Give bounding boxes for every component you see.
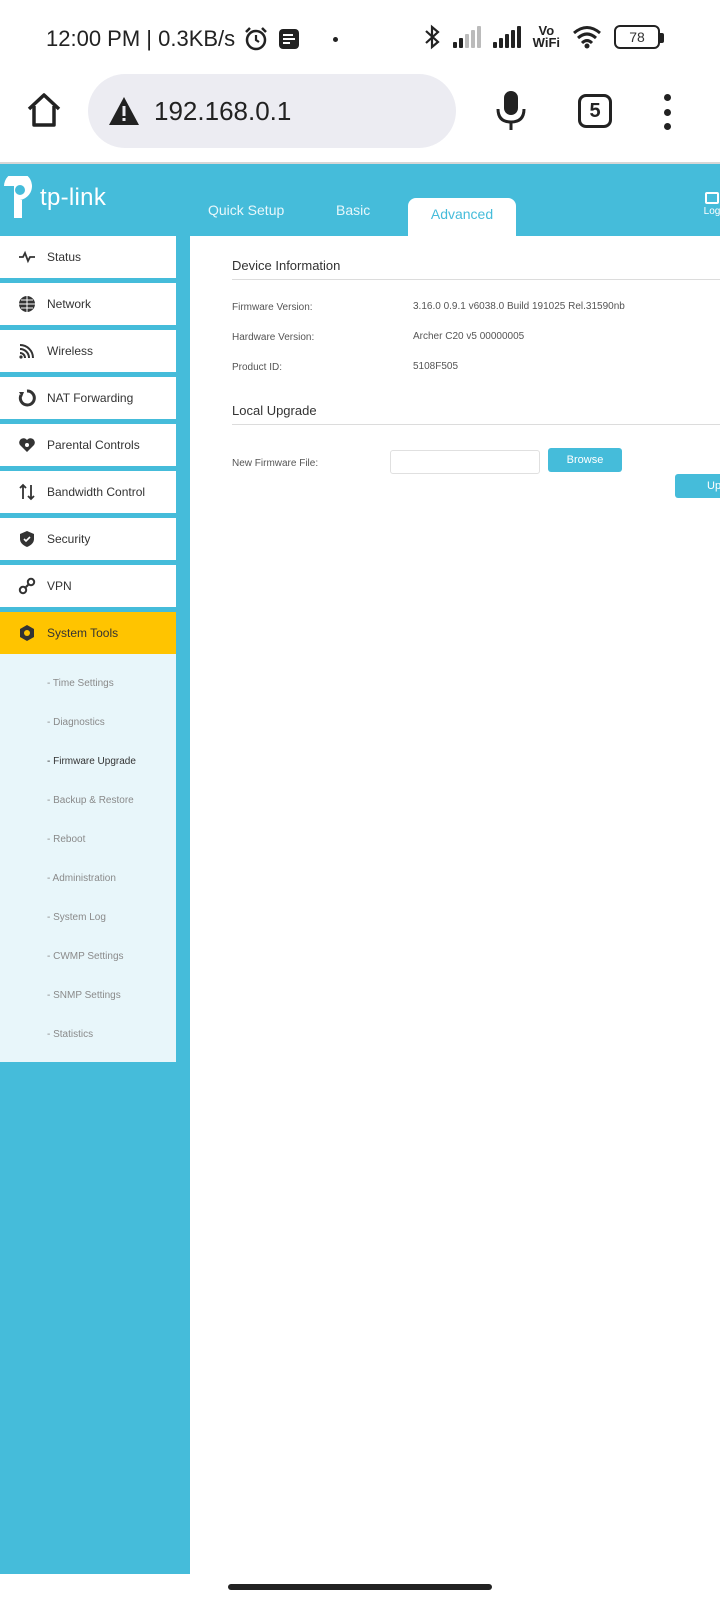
sidebar-item-parental-controls[interactable]: Parental Controls <box>0 424 176 466</box>
tplink-logo-icon <box>4 176 32 218</box>
alarm-icon <box>245 27 268 51</box>
vowifi-icon: Vo WiFi <box>532 23 560 50</box>
router-page: tp-link Quick Setup Basic Advanced Log S… <box>0 164 720 1574</box>
section-divider <box>232 424 720 425</box>
sidebar: Status Network Wireless NAT Forwarding P… <box>0 236 176 1062</box>
sidebar-item-label: Bandwidth Control <box>47 485 146 499</box>
logo-text: tp-link <box>40 184 107 211</box>
sidebar-item-wireless[interactable]: Wireless <box>0 330 176 372</box>
local-upgrade-title: Local Upgrade <box>232 403 317 418</box>
signal-icon-1 <box>452 26 481 48</box>
tab-advanced[interactable]: Advanced <box>408 198 516 236</box>
sidebar-item-nat-forwarding[interactable]: NAT Forwarding <box>0 377 176 419</box>
shield-icon <box>20 531 34 547</box>
submenu-backup-restore[interactable]: - Backup & Restore <box>0 781 176 820</box>
new-firmware-file-label: New Firmware File: <box>232 458 319 469</box>
battery-icon: 78 <box>614 25 664 49</box>
tab-switcher-button[interactable]: 5 <box>578 94 612 128</box>
router-header: tp-link Quick Setup Basic Advanced Log <box>0 164 720 236</box>
firmware-version-label: Firmware Version: <box>232 302 313 313</box>
more-menu-icon[interactable] <box>660 94 674 130</box>
wifi-icon <box>573 26 601 49</box>
submenu-system-log[interactable]: - System Log <box>0 898 176 937</box>
globe-icon <box>19 296 35 312</box>
sidebar-item-security[interactable]: Security <box>0 518 176 560</box>
updown-arrows-icon <box>19 483 35 501</box>
firmware-version-value: 3.16.0 0.9.1 v6038.0 Build 191025 Rel.31… <box>413 301 625 312</box>
pulse-icon <box>19 250 35 264</box>
sidebar-item-label: VPN <box>47 579 72 593</box>
sidebar-item-label: Security <box>47 532 91 546</box>
product-id-label: Product ID: <box>232 362 283 373</box>
url-text[interactable]: 192.168.0.1 <box>154 96 291 127</box>
gear-icon <box>20 625 34 641</box>
logout-button[interactable]: Log <box>700 192 720 217</box>
section-divider <box>232 279 720 280</box>
home-icon[interactable] <box>24 90 64 130</box>
sidebar-item-status[interactable]: Status <box>0 236 176 278</box>
address-bar[interactable]: 192.168.0.1 <box>88 74 456 148</box>
dot-icon <box>333 36 339 42</box>
refresh-icon <box>18 389 36 407</box>
hardware-version-value: Archer C20 v5 00000005 <box>413 331 525 342</box>
sidebar-item-system-tools[interactable]: System Tools <box>0 612 176 654</box>
tab-basic[interactable]: Basic <box>336 202 370 218</box>
sidebar-item-label: Wireless <box>47 344 94 358</box>
status-left: 12:00 PM | 0.3KB/s <box>46 26 339 52</box>
sidebar-item-bandwidth-control[interactable]: Bandwidth Control <box>0 471 176 513</box>
wifi-icon <box>19 344 34 359</box>
submenu-diagnostics[interactable]: - Diagnostics <box>0 703 176 742</box>
submenu-snmp-settings[interactable]: - SNMP Settings <box>0 976 176 1015</box>
sidebar-item-label: System Tools <box>47 626 119 640</box>
gesture-handle[interactable] <box>228 1584 492 1590</box>
tab-quick-setup[interactable]: Quick Setup <box>208 202 284 218</box>
browse-button[interactable]: Browse <box>548 448 622 472</box>
submenu-reboot[interactable]: - Reboot <box>0 820 176 859</box>
system-tools-submenu: - Time Settings - Diagnostics - Firmware… <box>0 654 176 1062</box>
hardware-version-label: Hardware Version: <box>232 332 315 343</box>
signal-icon-2 <box>492 26 521 48</box>
link-icon <box>18 577 36 595</box>
logout-label: Log <box>703 206 720 217</box>
sidebar-item-label: NAT Forwarding <box>47 391 134 405</box>
submenu-firmware-upgrade[interactable]: - Firmware Upgrade <box>0 742 176 781</box>
tplink-logo[interactable]: tp-link <box>0 176 106 220</box>
upgrade-button[interactable]: Up <box>675 474 720 498</box>
logout-icon <box>705 192 719 204</box>
status-bar: 12:00 PM | 0.3KB/s Vo WiFi 78 <box>0 0 720 80</box>
notes-icon <box>279 29 300 49</box>
main-content: Device Information Firmware Version: 3.1… <box>190 236 720 1574</box>
sidebar-item-network[interactable]: Network <box>0 283 176 325</box>
product-id-value: 5108F505 <box>413 361 459 372</box>
bluetooth-icon <box>424 24 440 50</box>
device-information-title: Device Information <box>232 258 341 273</box>
warning-icon[interactable] <box>108 96 140 126</box>
browser-toolbar: 192.168.0.1 5 <box>0 72 720 154</box>
sidebar-item-label: Parental Controls <box>47 438 140 452</box>
sidebar-item-vpn[interactable]: VPN <box>0 565 176 607</box>
time-speed-text: 12:00 PM | 0.3KB/s <box>46 26 236 51</box>
sidebar-item-label: Network <box>47 297 92 311</box>
submenu-time-settings[interactable]: - Time Settings <box>0 664 176 703</box>
submenu-statistics[interactable]: - Statistics <box>0 1015 176 1054</box>
heart-icon <box>19 438 35 452</box>
submenu-cwmp-settings[interactable]: - CWMP Settings <box>0 937 176 976</box>
sidebar-item-label: Status <box>47 250 82 264</box>
submenu-administration[interactable]: - Administration <box>0 859 176 898</box>
microphone-icon[interactable] <box>494 90 528 132</box>
status-right: Vo WiFi 78 <box>423 23 664 50</box>
firmware-file-input[interactable] <box>390 450 540 474</box>
